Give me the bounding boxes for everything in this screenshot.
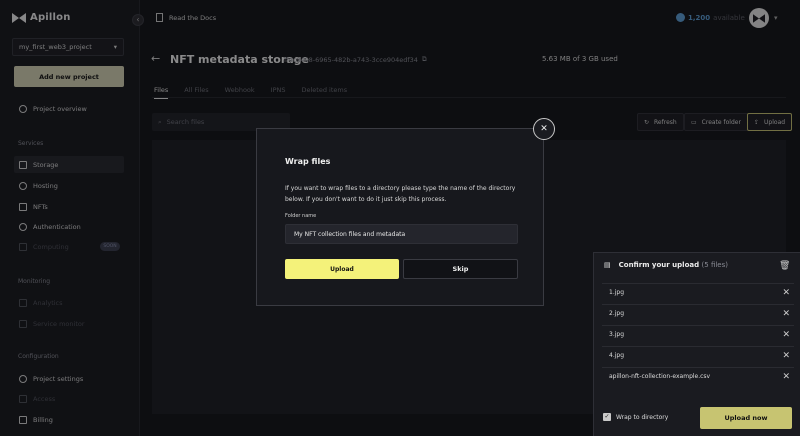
modal-upload-button[interactable]: Upload [285, 259, 399, 279]
modal-description: If you want to wrap files to a directory… [285, 185, 516, 203]
list-item: apillon-nft-collection-example.csv ✕ [602, 367, 794, 385]
file-name: 3.jpg [609, 331, 625, 338]
file-name: apillon-nft-collection-example.csv [609, 373, 711, 380]
modal-title: Wrap files [285, 157, 331, 166]
file-name: 4.jpg [609, 352, 625, 359]
remove-file-icon[interactable]: ✕ [782, 372, 790, 382]
remove-file-icon[interactable]: ✕ [782, 288, 790, 298]
checkbox-checked-icon: ✓ [603, 413, 611, 421]
folder-name-label: Folder name [285, 213, 317, 219]
wrap-files-modal: Wrap files If you want to wrap files to … [256, 128, 544, 306]
upload-panel-header: ▤ Confirm your upload (5 files) [604, 261, 728, 269]
remove-file-icon[interactable]: ✕ [782, 351, 790, 361]
trash-icon[interactable]: 🗑 [779, 261, 790, 271]
remove-file-icon[interactable]: ✕ [782, 309, 790, 319]
confirm-upload-panel: ▤ Confirm your upload (5 files) 🗑 1.jpg … [593, 252, 800, 436]
list-item: 4.jpg ✕ [602, 346, 794, 364]
remove-file-icon[interactable]: ✕ [782, 330, 790, 340]
upload-file-count: (5 files) [701, 261, 728, 269]
close-icon[interactable]: ✕ [533, 118, 555, 140]
upload-panel-title: Confirm your upload (5 files) [618, 261, 728, 269]
file-name: 1.jpg [609, 289, 625, 296]
wrap-to-directory-label: Wrap to directory [616, 413, 669, 421]
list-item: 1.jpg ✕ [602, 283, 794, 301]
list-item: 3.jpg ✕ [602, 325, 794, 343]
file-name: 2.jpg [609, 310, 625, 317]
wrap-to-directory-checkbox[interactable]: ✓ Wrap to directory [603, 413, 668, 421]
modal-skip-button[interactable]: Skip [403, 259, 518, 279]
list-item: 2.jpg ✕ [602, 304, 794, 322]
folder-name-input[interactable] [285, 224, 518, 244]
file-icon: ▤ [604, 261, 611, 269]
upload-now-button[interactable]: Upload now [700, 407, 792, 429]
